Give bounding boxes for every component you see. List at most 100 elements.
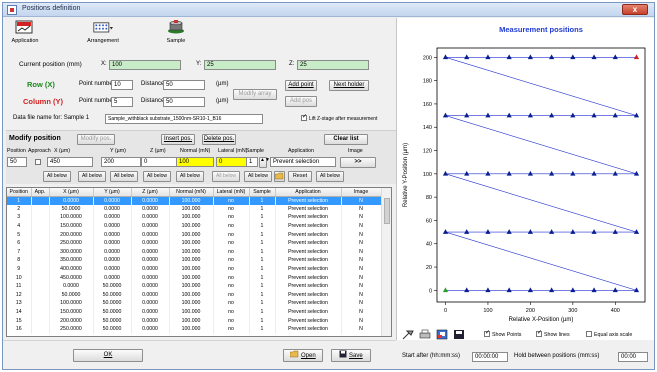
column-point-number-input[interactable]: 5 — [111, 97, 133, 107]
application-all-below-button[interactable]: All below — [244, 171, 272, 182]
start-after-input[interactable]: 00:00:00 — [472, 352, 508, 362]
table-row[interactable]: 2 50.0000 0.0000 0.0000 100.000 no 1 Prevent se… — [7, 204, 382, 214]
table-cell: 1 — [249, 256, 276, 265]
scrollbar-thumb[interactable] — [384, 198, 390, 224]
image-all-below-button[interactable]: All below — [316, 171, 344, 182]
column-header[interactable]: App. — [31, 188, 50, 197]
row-distance-input[interactable]: 50 — [163, 80, 205, 90]
table-row[interactable]: 5 200.0000 0.0000 0.0000 100.000 no 1 Prevent s… — [7, 230, 382, 239]
image-button[interactable]: >> — [340, 157, 376, 168]
lift-z-checkbox[interactable]: Lift Z-stage after measurement — [301, 113, 377, 122]
hdr-sample: Sample — [246, 148, 264, 154]
table-cell: N — [341, 247, 382, 257]
save-chart-icon[interactable] — [453, 329, 465, 340]
insert-pos-button[interactable]: Insert pos. — [161, 134, 195, 145]
modify-position-panel: Modify position Modify pos. Insert pos. … — [6, 130, 396, 184]
column-header[interactable]: Sample — [249, 188, 276, 197]
arrangement-button[interactable]: Arrangement — [81, 20, 125, 44]
data-file-input[interactable]: Sample_withblack substrate_1500nm-SR10-1… — [105, 114, 263, 124]
show-points-checkbox[interactable]: Show Points — [484, 329, 521, 338]
z-all-below-button[interactable]: All below — [110, 171, 138, 182]
row-point-number-input[interactable]: 10 — [111, 80, 133, 90]
table-row[interactable]: 6 250.0000 0.0000 0.0000 100.000 no 1 Prevent s… — [7, 238, 382, 248]
table-scrollbar[interactable] — [381, 188, 391, 336]
table-cell: 0.0000 — [131, 213, 170, 222]
table-row[interactable]: 4 150.0000 0.0000 0.0000 100.000 no 1 Prevent s… — [7, 221, 382, 231]
table-cell — [31, 256, 50, 265]
mod-lateral-input[interactable]: 0 — [216, 157, 250, 167]
table-cell: 1 — [249, 196, 276, 205]
column-distance-input[interactable]: 50 — [163, 97, 205, 107]
table-cell: 100.0000 — [49, 213, 94, 222]
mod-y-input[interactable]: 200 — [101, 157, 141, 167]
column-header[interactable]: Position — [7, 188, 32, 197]
table-cell — [31, 316, 50, 325]
equal-axis-checkbox[interactable]: Equal axis scale — [586, 331, 632, 338]
column-header[interactable]: Image — [341, 188, 382, 197]
table-cell: 1 — [249, 299, 276, 308]
x-all-below-button[interactable]: All below — [43, 171, 71, 182]
mod-application-select[interactable]: Prevent selection — [270, 157, 336, 167]
table-row[interactable]: 8 350.0000 0.0000 0.0000 100.000 no 1 Prevent s… — [7, 256, 382, 265]
table-cell: 250.0000 — [49, 324, 94, 334]
add-point-button[interactable]: Add point — [285, 80, 317, 91]
table-row[interactable]: 7 300.0000 0.0000 0.0000 100.000 no 1 Prevent s… — [7, 247, 382, 257]
close-button[interactable]: x — [622, 4, 648, 15]
column-header[interactable]: X (µm) — [49, 188, 94, 197]
sample-button[interactable]: Sample — [161, 20, 191, 44]
column-header[interactable]: Lateral (mN) — [213, 188, 250, 197]
column-header[interactable]: Y (µm) — [93, 188, 132, 197]
mod-z-input[interactable]: 0 — [141, 157, 181, 167]
mod-normal-input[interactable]: 100 — [176, 157, 214, 167]
application-button[interactable]: Application — [9, 20, 41, 44]
table-cell: 100.000 — [169, 307, 214, 317]
table-row[interactable]: 12 50.0000 50.0000 0.0000 100.000 no 1 Prevent … — [7, 290, 382, 300]
table-row[interactable]: 15 200.0000 50.0000 0.0000 100.000 no 1 Prevent… — [7, 316, 382, 325]
lateral-all-below-button[interactable]: All below — [176, 171, 204, 182]
export-icon[interactable] — [436, 329, 448, 340]
modify-array-button[interactable]: Modify array — [233, 89, 277, 100]
table-row[interactable]: 14 150.0000 50.0000 0.0000 100.000 no 1 Prevent… — [7, 307, 382, 317]
column-header[interactable]: Z (µm) — [131, 188, 170, 197]
normal-all-below-button[interactable]: All below — [143, 171, 171, 182]
data-point — [591, 287, 597, 293]
tools-icon[interactable] — [402, 329, 414, 340]
sample-spinner[interactable]: ▲▼ — [259, 157, 270, 168]
data-point — [442, 54, 449, 60]
data-point — [591, 170, 597, 176]
column-header[interactable]: Application — [275, 188, 342, 197]
open-button[interactable]: Open — [283, 349, 323, 362]
mod-sample-input[interactable]: 1 — [246, 157, 258, 167]
clear-list-button[interactable]: Clear list — [324, 134, 368, 145]
modify-pos-button[interactable]: Modify pos. — [77, 134, 115, 145]
column-header[interactable]: Normal (mN) — [169, 188, 214, 197]
save-button[interactable]: Save — [331, 349, 371, 362]
mod-x-input[interactable]: 450 — [47, 157, 93, 167]
data-point — [442, 229, 449, 234]
x-label: X: — [101, 61, 107, 67]
current-x-field: 100 — [109, 60, 181, 70]
approach-checkbox[interactable] — [35, 159, 41, 165]
table-row[interactable]: 11 0.0000 50.0000 0.0000 100.000 no 1 Prevent s… — [7, 281, 382, 291]
table-row[interactable]: 3 100.0000 0.0000 0.0000 100.000 no 1 Prevent s… — [7, 213, 382, 222]
print-icon[interactable] — [419, 329, 431, 340]
table-cell: N — [341, 213, 382, 222]
delete-pos-button[interactable]: Delete pos. — [202, 134, 236, 145]
mod-position-input[interactable]: 50 — [7, 157, 27, 167]
y-all-below-button[interactable]: All below — [78, 171, 106, 182]
sample-all-below-button[interactable]: All below — [212, 171, 240, 182]
hold-input[interactable]: 00:00 — [618, 352, 648, 362]
folder-button[interactable] — [274, 171, 285, 182]
next-holder-button[interactable]: Next holder — [329, 80, 369, 91]
table-cell: 5 — [7, 230, 32, 239]
table-row[interactable]: 1 0.0000 0.0000 0.0000 100.000 no 1 Prevent sel… — [7, 196, 382, 205]
table-row[interactable]: 9 400.0000 0.0000 0.0000 100.000 no 1 Prevent s… — [7, 264, 382, 274]
table-row[interactable]: 13 100.0000 50.0000 0.0000 100.000 no 1 Prevent… — [7, 299, 382, 308]
table-cell — [31, 307, 50, 317]
show-lines-checkbox[interactable]: Show lines — [536, 329, 570, 338]
add-pos-button[interactable]: Add pos — [285, 96, 317, 107]
table-row[interactable]: 16 250.0000 50.0000 0.0000 100.000 no 1 Prevent… — [7, 324, 382, 334]
ok-button[interactable]: OK — [73, 349, 143, 362]
table-row[interactable]: 10 450.0000 0.0000 0.0000 100.000 no 1 Prevent … — [7, 273, 382, 282]
reset-button[interactable]: Reset — [288, 171, 312, 182]
